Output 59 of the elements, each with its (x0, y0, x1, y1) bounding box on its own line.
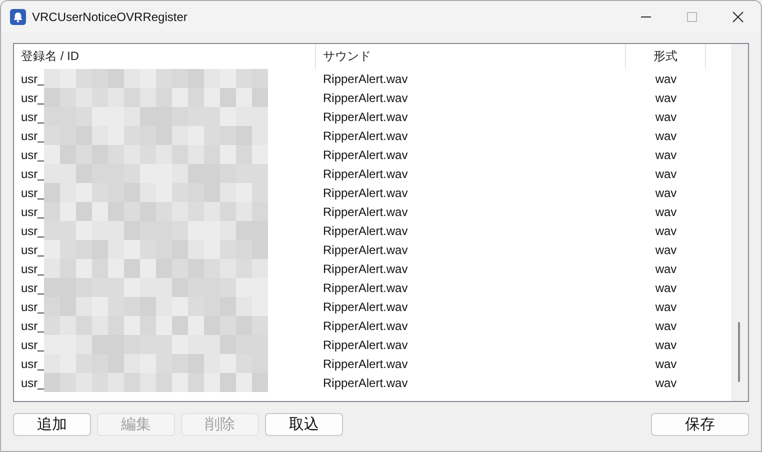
column-header[interactable]: 形式 (626, 44, 706, 69)
table-cell-text: RipperAlert.wav (322, 186, 409, 200)
table-cell-text: RipperAlert.wav (322, 128, 409, 142)
table-cell-text: wav (654, 376, 678, 390)
table-cell-text: RipperAlert.wav (322, 166, 409, 180)
table-cell-text: wav (654, 90, 678, 104)
table-cell-text: wav (654, 166, 678, 180)
table-cell-text: RipperAlert.wav (322, 242, 409, 256)
table-cell-text: wav (654, 318, 678, 332)
table-cell: usr_ (21, 72, 44, 86)
table-cell-text: RipperAlert.wav (322, 90, 409, 104)
action-button[interactable]: 追加 (13, 413, 91, 436)
table-cell: usr_ (21, 338, 44, 352)
table-cell: usr_ (21, 186, 44, 200)
table-cell: usr_ (21, 280, 44, 294)
table-cell-text: wav (654, 148, 678, 162)
table-cell-text: wav (654, 242, 678, 256)
window-title: VRCUserNoticeOVRRegister (32, 10, 188, 24)
table-cell-text: RipperAlert.wav (322, 110, 409, 124)
table-cell-text: wav (654, 128, 678, 142)
table-cell-text: RipperAlert.wav (322, 356, 409, 370)
bell-icon (10, 9, 26, 25)
table-cell-text: wav (654, 356, 678, 370)
table-cell: usr_ (21, 204, 44, 218)
table-cell: usr_ (21, 262, 44, 276)
table-cell: usr_ (21, 224, 44, 238)
table-cell-text: RipperAlert.wav (322, 148, 409, 162)
table-cell: usr_ (21, 242, 44, 256)
table-cell-text: RipperAlert.wav (322, 318, 409, 332)
table-cell: usr_ (21, 110, 44, 124)
table-cell: usr_ (21, 128, 44, 142)
table-cell-text: wav (654, 186, 678, 200)
table-cell-text: wav (654, 224, 678, 238)
table-cell: usr_ (21, 356, 44, 370)
table-cell-text: wav (654, 262, 678, 276)
column-header[interactable]: サウンド (316, 44, 626, 69)
table-cell-text: RipperAlert.wav (322, 338, 409, 352)
table-cell-text: RipperAlert.wav (322, 280, 409, 294)
table-cell-text: RipperAlert.wav (322, 72, 409, 86)
table-cell: usr_ (21, 376, 44, 390)
table-cell: usr_ (21, 318, 44, 332)
scrollbar[interactable] (731, 44, 748, 401)
table-cell-text: wav (654, 338, 678, 352)
table-cell-text: RipperAlert.wav (322, 376, 409, 390)
table-cell-text: wav (654, 300, 678, 314)
table-cell-text: RipperAlert.wav (322, 262, 409, 276)
action-button[interactable]: 取込 (265, 413, 343, 436)
table-cell-text: RipperAlert.wav (322, 204, 409, 218)
table-cell: usr_ (21, 300, 44, 314)
table-cell: usr_ (21, 148, 44, 162)
table-cell: usr_ (21, 90, 44, 104)
table-cell-text: RipperAlert.wav (322, 300, 409, 314)
table-cell-text: wav (654, 110, 678, 124)
save-button[interactable]: 保存 (651, 413, 749, 436)
table-cell-text: wav (654, 204, 678, 218)
table-cell: usr_ (21, 166, 44, 180)
table-cell-text: wav (654, 72, 678, 86)
table-cell-text: RipperAlert.wav (322, 224, 409, 238)
table-cell-text: wav (654, 280, 678, 294)
